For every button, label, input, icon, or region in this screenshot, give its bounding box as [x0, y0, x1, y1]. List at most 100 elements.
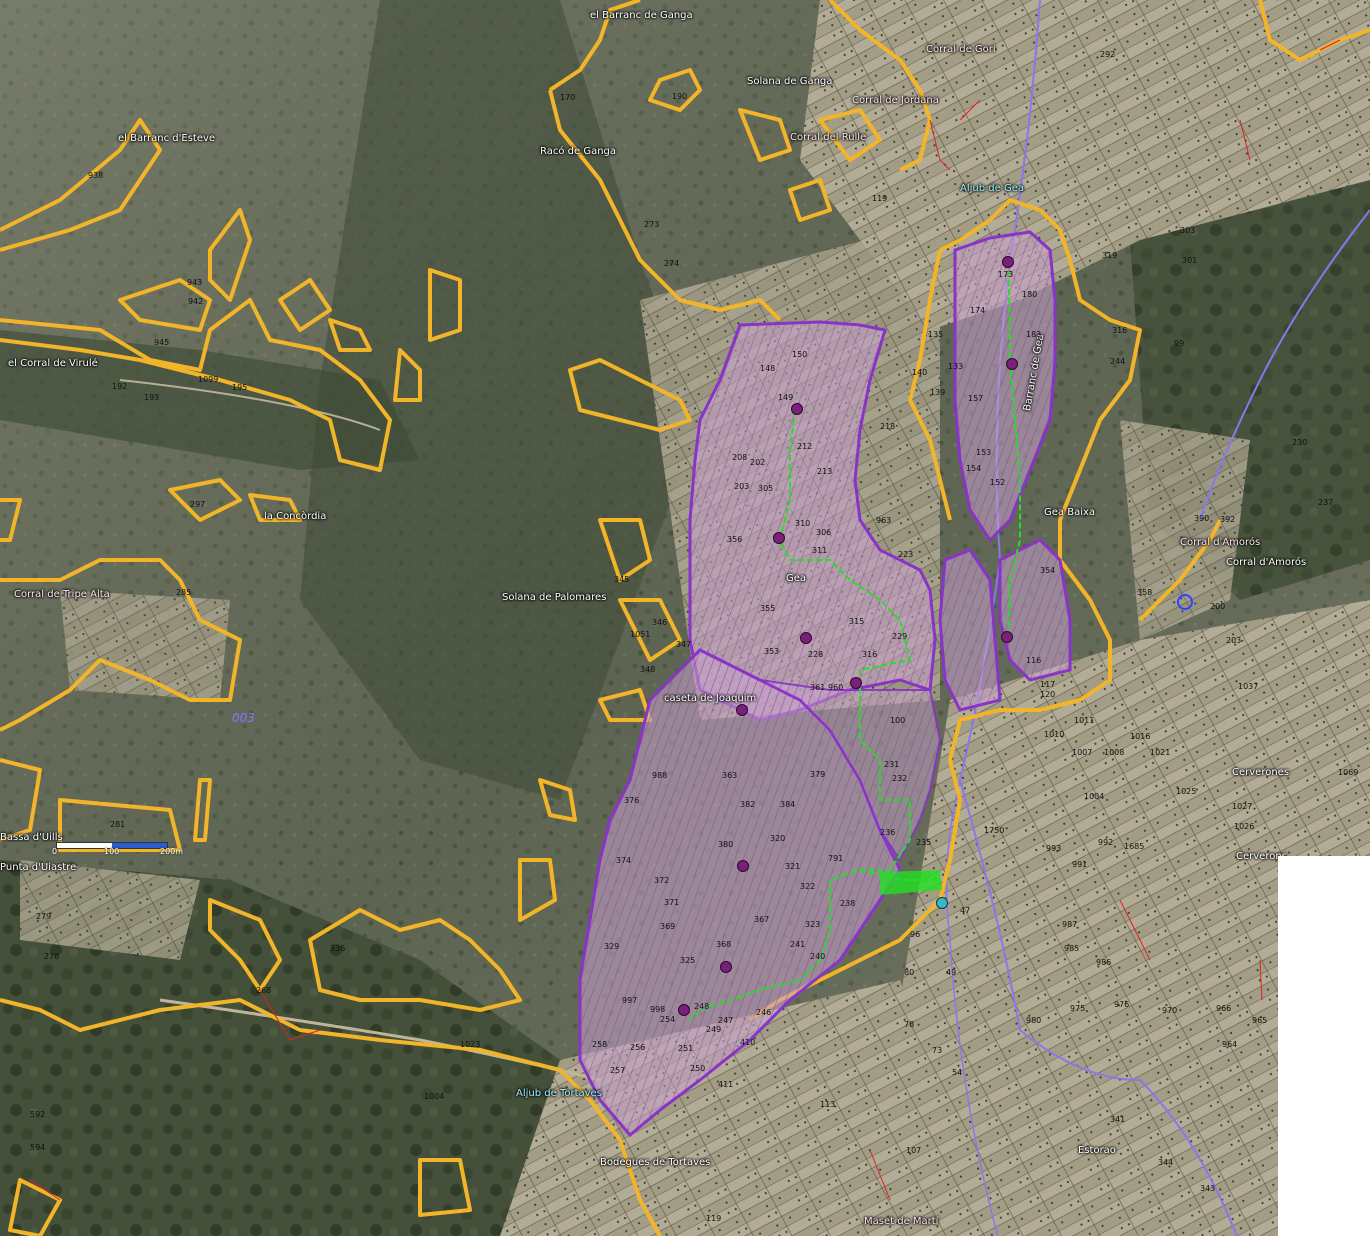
- parcel-number-p1027: 1027: [1232, 802, 1253, 811]
- parcel-number-p341: 341: [1110, 1115, 1126, 1124]
- parcel-number-p228: 228: [808, 650, 824, 659]
- parcel-number-p1069: 1069: [1338, 768, 1359, 777]
- parcel-number-p140: 140: [912, 368, 928, 377]
- parcel-number-p592: 592: [30, 1110, 46, 1119]
- blank-area: [1278, 856, 1370, 1244]
- parcel-number-p316: 316: [862, 650, 878, 659]
- parcel-number-p372: 372: [654, 876, 670, 885]
- marker-m8[interactable]: [737, 860, 749, 872]
- parcel-number-p354: 354: [1040, 566, 1056, 575]
- parcel-number-p119b: 119: [706, 1214, 722, 1223]
- parcel-number-p1008: 1008: [1104, 748, 1125, 757]
- parcel-number-p390: 390: [1194, 514, 1210, 523]
- parcel-number-p369: 369: [660, 922, 676, 931]
- parcel-number-p231: 231: [884, 760, 900, 769]
- parcel-number-p238: 238: [840, 899, 856, 908]
- parcel-number-p279: 279: [36, 912, 52, 921]
- parcel-number-p148: 148: [760, 364, 776, 373]
- parcel-number-p301: 301: [1182, 256, 1198, 265]
- marker-m11[interactable]: [1001, 631, 1013, 643]
- parcel-number-p1004: 1004: [1084, 792, 1105, 801]
- parcel-number-p329: 329: [604, 942, 620, 951]
- parcel-number-p47: 47: [960, 906, 971, 915]
- parcel-number-p135: 135: [928, 330, 944, 339]
- parcel-number-p256: 256: [630, 1043, 646, 1052]
- parcel-number-p218: 218: [880, 422, 896, 431]
- parcel-number-p966: 966: [1216, 1004, 1232, 1013]
- parcel-number-p249: 249: [706, 1025, 722, 1034]
- parcel-number-p791: 791: [828, 854, 844, 863]
- parcel-number-p251: 251: [678, 1044, 694, 1053]
- parcel-number-p976: 976: [1114, 1000, 1130, 1009]
- parcel-number-p998: 998: [650, 1005, 666, 1014]
- parcel-number-p980: 980: [1026, 1016, 1042, 1025]
- parcel-number-p355: 355: [760, 604, 776, 613]
- parcel-number-p1099: 1099: [198, 375, 219, 384]
- parcel-number-p119: 119: [872, 194, 888, 203]
- parcel-number-p200: 200: [1210, 602, 1226, 611]
- marker-m2[interactable]: [1006, 358, 1018, 370]
- parcel-number-p170: 170: [560, 93, 576, 102]
- parcel-number-p380: 380: [718, 840, 734, 849]
- marker-m12[interactable]: [936, 897, 948, 909]
- parcel-number-p248: 248: [694, 1002, 710, 1011]
- parcel-number-p174: 174: [970, 306, 986, 315]
- parcel-number-p960: 960: [828, 683, 844, 692]
- parcel-number-p964: 964: [1222, 1040, 1238, 1049]
- parcel-number-p336: 336: [330, 944, 346, 953]
- marker-m10[interactable]: [678, 1004, 690, 1016]
- parcel-number-p1010: 1010: [1044, 730, 1065, 739]
- parcel-number-p99: 99: [1174, 339, 1185, 348]
- blank-strip: [0, 1236, 1370, 1244]
- parcel-number-p303: 303: [1180, 226, 1196, 235]
- parcel-number-p945: 945: [154, 338, 170, 347]
- parcel-number-p190: 190: [672, 92, 688, 101]
- parcel-number-p250: 250: [690, 1064, 706, 1073]
- parcel-number-p229: 229: [892, 632, 908, 641]
- marker-m6[interactable]: [850, 677, 862, 689]
- marker-m1[interactable]: [1002, 256, 1014, 268]
- marker-m7[interactable]: [736, 704, 748, 716]
- parcel-number-p594: 594: [30, 1143, 46, 1152]
- parcel-number-p154: 154: [966, 464, 982, 473]
- parcel-number-p367: 367: [754, 915, 770, 924]
- marker-m3[interactable]: [791, 403, 803, 415]
- parcel-number-p997: 997: [622, 996, 638, 1005]
- parcel-number-p361: 361: [810, 683, 826, 692]
- parcel-number-p230: 230: [1292, 438, 1308, 447]
- parcel-number-p986: 986: [1096, 958, 1112, 967]
- parcel-number-p153: 153: [976, 448, 992, 457]
- parcel-number-p311: 311: [812, 546, 828, 555]
- map-canvas[interactable]: [0, 0, 1370, 1244]
- parcel-number-p73: 73: [932, 1046, 943, 1055]
- parcel-number-p392: 392: [1220, 515, 1236, 524]
- parcel-number-p942: 942: [188, 297, 204, 306]
- parcel-number-p274: 274: [664, 259, 680, 268]
- parcel-number-p965: 965: [1252, 1016, 1268, 1025]
- parcel-number-p116: 116: [1026, 656, 1042, 665]
- parcel-number-p113: 113: [820, 1100, 836, 1109]
- parcel-number-p320: 320: [770, 834, 786, 843]
- marker-m9[interactable]: [720, 961, 732, 973]
- parcel-number-p368: 368: [716, 940, 732, 949]
- parcel-number-p195: 195: [232, 383, 248, 392]
- parcel-number-p970: 970: [1162, 1006, 1178, 1015]
- parcel-number-p993: 993: [1046, 844, 1062, 853]
- parcel-number-p305: 305: [758, 484, 774, 493]
- parcel-number-p281: 281: [110, 820, 126, 829]
- scale-label-0: 0: [52, 847, 58, 856]
- parcel-number-p938: 938: [88, 171, 104, 180]
- parcel-number-p975: 975: [1070, 1004, 1086, 1013]
- parcel-number-p285: 285: [176, 588, 192, 597]
- parcel-number-p213: 213: [817, 467, 833, 476]
- parcel-number-p297: 297: [190, 500, 206, 509]
- marker-m4[interactable]: [773, 532, 785, 544]
- parcel-number-p316b: 316: [1112, 326, 1128, 335]
- marker-m5[interactable]: [800, 632, 812, 644]
- parcel-number-p987: 987: [1062, 920, 1078, 929]
- parcel-number-p157: 157: [968, 394, 984, 403]
- parcel-number-p1021: 1021: [1150, 748, 1171, 757]
- parcel-number-p1016: 1016: [1130, 732, 1151, 741]
- map-viewport[interactable]: el Barranc de Ganga Corral de Gori Solana …: [0, 0, 1370, 1244]
- parcel-number-p173: 173: [998, 270, 1014, 279]
